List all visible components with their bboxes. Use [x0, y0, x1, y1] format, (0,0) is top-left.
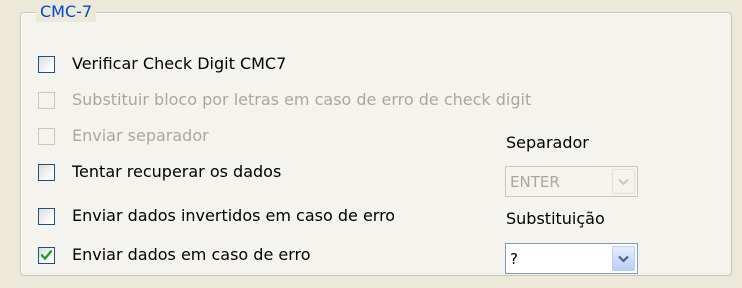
checkbox-box[interactable] — [38, 163, 55, 181]
checkbox-box[interactable] — [38, 246, 55, 264]
checkbox-label: Enviar dados invertidos em caso de erro — [72, 206, 396, 225]
dropdown-button[interactable] — [612, 169, 635, 194]
substituicao-dropdown[interactable]: ? — [505, 243, 638, 274]
separador-dropdown[interactable]: ENTER — [505, 166, 638, 197]
enviar-dados-invertidos-checkbox[interactable]: Enviar dados invertidos em caso de erro — [38, 204, 395, 228]
checkbox-box[interactable] — [38, 55, 55, 73]
substituicao-label: Substituição — [506, 209, 605, 228]
checkbox-label: Substituir bloco por letras em caso de e… — [72, 90, 532, 109]
enviar-separador-checkbox[interactable]: Enviar separador — [38, 124, 209, 148]
checkbox-label: Verificar Check Digit CMC7 — [72, 54, 287, 73]
chevron-down-icon — [618, 255, 629, 263]
checkmark-icon — [41, 249, 52, 260]
checkbox-box[interactable] — [38, 207, 55, 225]
separador-label: Separador — [506, 133, 589, 152]
checkbox-box[interactable] — [38, 127, 55, 145]
enviar-dados-erro-checkbox[interactable]: Enviar dados em caso de erro — [38, 243, 311, 267]
verificar-check-digit-checkbox[interactable]: Verificar Check Digit CMC7 — [38, 52, 286, 76]
checkbox-label: Tentar recuperar os dados — [72, 162, 282, 181]
substituir-bloco-checkbox[interactable]: Substituir bloco por letras em caso de e… — [38, 88, 531, 112]
group-title: CMC-7 — [36, 2, 97, 22]
chevron-down-icon — [618, 178, 629, 185]
separador-value: ENTER — [510, 172, 560, 191]
checkbox-label: Enviar separador — [72, 126, 209, 145]
checkbox-label: Enviar dados em caso de erro — [72, 245, 311, 264]
tentar-recuperar-checkbox[interactable]: Tentar recuperar os dados — [38, 160, 281, 184]
dropdown-button[interactable] — [612, 246, 635, 271]
substituicao-value: ? — [510, 249, 518, 268]
checkbox-box[interactable] — [38, 91, 55, 109]
